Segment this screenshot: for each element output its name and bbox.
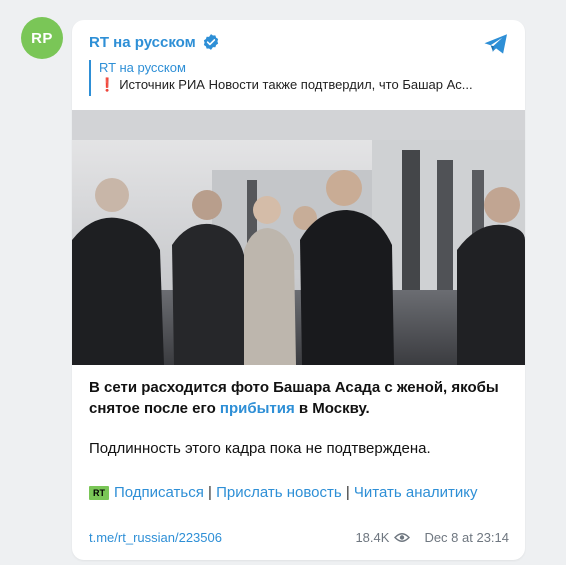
eye-icon: [394, 533, 411, 542]
reply-text: ❗ Источник РИА Новости также подтвердил, …: [99, 76, 509, 94]
post-photo[interactable]: [72, 110, 525, 365]
reply-quote[interactable]: RT на русском ❗ Источник РИА Новости такж…: [89, 60, 509, 96]
post-footer: t.me/rt_russian/223506 18.4K Dec 8 at 23…: [89, 530, 509, 545]
channel-avatar[interactable]: RP: [21, 17, 63, 59]
post-links: RT Подписаться | Прислать новость | Читат…: [89, 482, 514, 503]
post-paragraph-1: В сети расходится фото Башара Асада с же…: [89, 377, 514, 419]
post-text: В сети расходится фото Башара Асада с же…: [89, 377, 514, 459]
photo-scene: [72, 110, 525, 365]
post-meta: 18.4K Dec 8 at 23:14: [355, 530, 509, 545]
arrival-link[interactable]: прибытия: [220, 400, 295, 417]
channel-name-link[interactable]: RT на русском: [89, 34, 196, 51]
reply-author: RT на русском: [99, 60, 186, 75]
post-permalink[interactable]: t.me/rt_russian/223506: [89, 530, 222, 545]
separator: |: [341, 484, 354, 501]
post-date: Dec 8 at 23:14: [424, 530, 509, 545]
post-paragraph-2: Подлинность этого кадра пока не подтверж…: [89, 440, 431, 457]
view-count: 18.4K: [355, 530, 390, 545]
rt-logo-icon: RT: [89, 486, 109, 500]
telegram-share-icon[interactable]: [483, 32, 509, 56]
verified-badge-icon: [203, 34, 218, 50]
reply-snippet: Источник РИА Новости также подтвердил, ч…: [119, 77, 473, 92]
post-header: RT на русском: [89, 33, 220, 51]
post-p1-end: в Москву.: [294, 400, 370, 417]
read-analytics-link[interactable]: Читать аналитику: [354, 484, 478, 501]
subscribe-link[interactable]: Подписаться: [114, 484, 204, 501]
post-card: RT на русском RT на русском ❗ Источник РИ…: [72, 20, 525, 560]
exclamation-icon: ❗: [99, 77, 116, 92]
separator: |: [203, 484, 217, 501]
send-news-link[interactable]: Прислать новость: [216, 484, 342, 501]
